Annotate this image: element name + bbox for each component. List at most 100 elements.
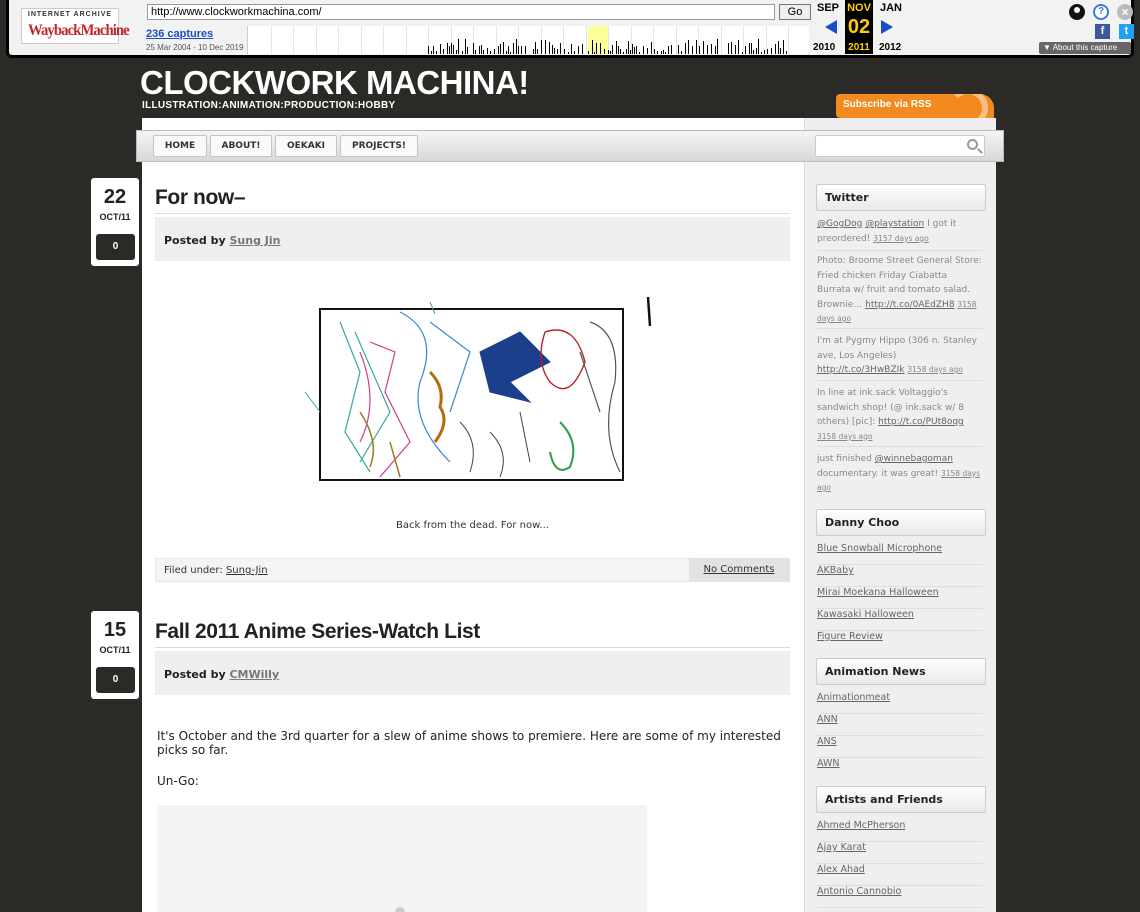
tweet-mention[interactable]: @GogDog	[817, 219, 862, 229]
post-title[interactable]: For now–	[155, 186, 246, 210]
tweet-time[interactable]: 3158 days ago	[907, 365, 963, 374]
search-icon[interactable]	[967, 139, 978, 150]
sparkline-bar	[618, 46, 619, 54]
sparkline-bar	[620, 49, 621, 54]
post-title-divider	[155, 213, 790, 214]
image-caption: Back from the dead. For now...	[396, 520, 549, 531]
sparkline-bar	[707, 45, 708, 54]
comment-count[interactable]: 0	[96, 234, 135, 260]
wayback-go-button[interactable]: Go	[779, 4, 811, 20]
artist-link[interactable]: Ahmed McPherson	[817, 820, 983, 842]
sparkline-bar	[537, 49, 538, 54]
tweet-link[interactable]: http://t.co/0AEdZH8	[865, 300, 954, 310]
about-capture-button[interactable]: ▼ About this capture	[1039, 42, 1131, 54]
video-embed[interactable]	[157, 805, 647, 912]
danny-choo-link[interactable]: Blue Snowball Microphone	[817, 543, 983, 565]
nav-oekaki[interactable]: OEKAKI	[275, 135, 337, 157]
facebook-icon[interactable]: f	[1095, 24, 1110, 39]
sparkline-gridline	[495, 26, 497, 54]
danny-choo-link[interactable]: Figure Review	[817, 631, 983, 653]
sparkline-bar	[479, 46, 480, 54]
animation-news-link[interactable]: ANS	[817, 736, 983, 758]
wayback-prev-year[interactable]: 2010	[813, 42, 835, 53]
wayback-sparkline[interactable]	[247, 26, 809, 54]
sparkline-bar	[639, 52, 640, 54]
tweet-item: @GogDog @playstation I got it preordered…	[817, 217, 983, 251]
sparkline-bar	[692, 46, 693, 54]
sparkline-gridline	[383, 26, 384, 54]
search-input[interactable]	[815, 135, 985, 157]
comments-link[interactable]: No Comments	[689, 558, 789, 582]
sparkline-bar	[481, 45, 482, 54]
sparkline-gridline	[338, 26, 339, 54]
danny-choo-link[interactable]: AKBaby	[817, 565, 983, 587]
sparkline-bar	[467, 47, 468, 54]
sparkline-bar	[552, 45, 553, 54]
sparkline-bar	[500, 44, 501, 54]
sparkline-bar	[738, 40, 739, 54]
tweet-time[interactable]: 3158 days ago	[817, 432, 873, 441]
category-link[interactable]: Sung-Jin	[226, 565, 268, 576]
sparkline-bar	[458, 39, 459, 54]
sparkline-gridline	[293, 26, 294, 54]
next-capture-arrow-icon[interactable]	[881, 20, 893, 34]
author-link[interactable]: Sung Jin	[229, 234, 280, 247]
wayback-current-month: NOV	[847, 2, 871, 14]
sparkline-bar	[761, 52, 762, 54]
post-month: OCT/11	[99, 212, 131, 222]
post-subheading: Un-Go:	[157, 774, 199, 788]
wayback-url-input[interactable]: http://www.clockworkmachina.com/	[147, 4, 775, 20]
wayback-next-month[interactable]: JAN	[880, 2, 902, 14]
post-title[interactable]: Fall 2011 Anime Series-Watch List	[155, 620, 480, 644]
wayback-next-year[interactable]: 2012	[879, 42, 901, 53]
twitter-icon[interactable]: t	[1119, 24, 1134, 39]
sparkline-bar	[735, 45, 736, 54]
animation-news-link[interactable]: AWN	[817, 758, 983, 780]
tweet-link[interactable]: http://t.co/3HwBZIk	[817, 365, 905, 375]
tweet-mention[interactable]: @playstation	[865, 219, 924, 229]
sparkline-bar	[711, 44, 712, 54]
wayback-capture-range: 25 Mar 2004 - 10 Dec 2019	[146, 43, 244, 52]
danny-choo-link[interactable]: Kawasaki Halloween	[817, 609, 983, 631]
close-icon[interactable]: ×	[1117, 4, 1133, 20]
author-link[interactable]: CMWilly	[229, 668, 279, 681]
subscribe-rss-button[interactable]: Subscribe via RSS	[836, 94, 994, 118]
post-sketch-image[interactable]	[300, 292, 660, 498]
sparkline-bar	[616, 41, 617, 54]
sparkline-bar	[431, 51, 432, 54]
widget-title-artists-friends: Artists and Friends	[816, 786, 986, 813]
sparkline-bar	[657, 51, 658, 54]
sparkline-bar	[749, 43, 750, 54]
artist-link[interactable]: Alex Ahad	[817, 864, 983, 886]
wayback-captures-link[interactable]: 236 captures	[146, 28, 213, 40]
tweet-time[interactable]: 3157 days ago	[873, 234, 929, 243]
sparkline-bar	[742, 52, 743, 54]
tweet-link[interactable]: http://t.co/PUt8oqg	[878, 417, 964, 427]
wayback-prev-month[interactable]: SEP	[817, 2, 839, 14]
comment-count[interactable]: 0	[96, 667, 135, 693]
nav-projects[interactable]: PROJECTS!	[340, 135, 418, 157]
animation-news-link[interactable]: Animationmeat	[817, 692, 983, 714]
tweet-mention[interactable]: @winnebagoman	[875, 454, 953, 464]
sparkline-bar	[582, 44, 583, 54]
sparkline-bar	[771, 48, 772, 54]
user-icon[interactable]	[1069, 4, 1085, 20]
nav-home[interactable]: HOME	[153, 135, 207, 157]
sparkline-bar	[447, 43, 448, 54]
danny-choo-link[interactable]: Mirai Moekana Halloween	[817, 587, 983, 609]
sparkline-bar	[568, 52, 569, 54]
animation-news-link[interactable]: ANN	[817, 714, 983, 736]
wayback-logo[interactable]: INTERNET ARCHIVE WaybackMachine	[21, 8, 130, 44]
sparkline-bar	[508, 46, 509, 54]
sparkline-bar	[715, 46, 716, 54]
prev-capture-arrow-icon[interactable]	[825, 20, 837, 34]
sparkline-bar	[449, 46, 450, 54]
artist-link[interactable]: Antonio Cannobio	[817, 886, 983, 908]
tweet-item: In line at ink.sack Voltaggio's sandwich…	[817, 386, 983, 447]
sparkline-bar	[498, 46, 499, 54]
blog-title[interactable]: CLOCKWORK MACHINA!	[140, 64, 529, 102]
nav-about[interactable]: ABOUT!	[210, 135, 272, 157]
artist-link[interactable]: Ajay Karat	[817, 842, 983, 864]
sparkline-bar	[428, 46, 429, 54]
help-icon[interactable]: ?	[1093, 4, 1109, 20]
